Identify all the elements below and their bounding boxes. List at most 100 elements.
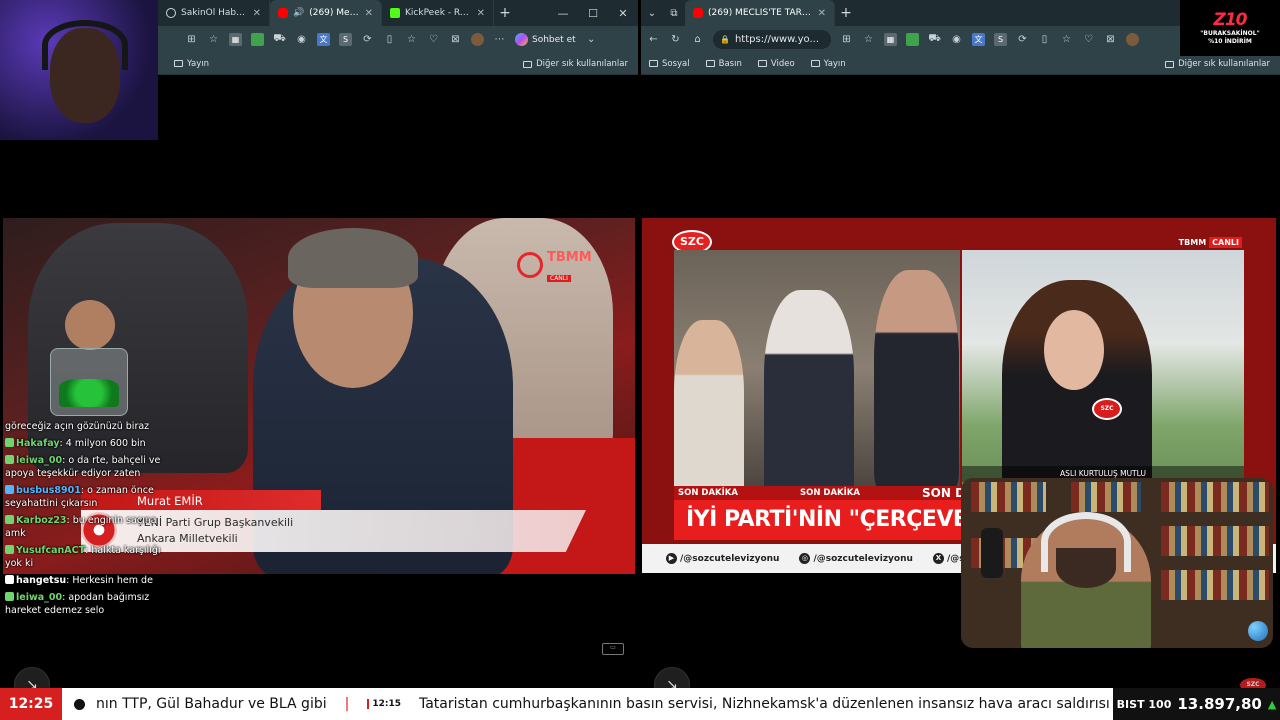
maximize-icon[interactable]: ☐ [578, 0, 608, 26]
bookshelf [1161, 526, 1269, 556]
profile-avatar[interactable] [1126, 33, 1139, 46]
tbmm-logo-text: TBMM [547, 250, 592, 265]
screenshot-icon[interactable]: ⊠ [1104, 33, 1117, 46]
close-icon[interactable]: ✕ [365, 8, 373, 19]
collections-icon[interactable]: ♡ [1082, 33, 1095, 46]
chat-badge-icon [5, 485, 14, 494]
extension-green-icon[interactable] [251, 33, 264, 46]
chat-text: göreceğiz açın gözünüzü biraz [5, 421, 150, 432]
ticker-track: nın TTP, Gül Bahadur ve BLA gibi | 12:15… [96, 696, 1113, 712]
star-icon[interactable]: ☆ [207, 33, 220, 46]
chat-username[interactable]: leiwa_00 [16, 455, 62, 466]
news-scene-reporter: SZC [962, 250, 1244, 486]
more-menu-icon[interactable]: ⋯ [493, 33, 506, 46]
chat-message: YusufcanACT: halkta karşılığı yok ki [5, 545, 161, 569]
refresh-extension-icon[interactable]: ⟳ [361, 33, 374, 46]
new-tab-button[interactable]: + [494, 0, 516, 26]
bookmark-basin[interactable]: Basın [705, 59, 742, 69]
copilot-icon [515, 33, 528, 46]
bookmark-sosyal[interactable]: Sosyal [649, 59, 690, 69]
reload-icon[interactable]: ↻ [669, 33, 682, 46]
chat-username[interactable]: hangetsu [16, 575, 66, 586]
tab-meclis[interactable]: 🔊 (269) Meclis'te ✕ [270, 0, 382, 26]
bookmark-yayin[interactable]: Yayın [810, 58, 846, 69]
close-icon[interactable]: ✕ [818, 8, 826, 19]
extension-cart-icon[interactable]: ⛟ [273, 33, 286, 46]
split-screen-icon[interactable]: ▯ [383, 33, 396, 46]
chat-message: leiwa_00: apodan bağımsız hareket edemez… [5, 592, 150, 616]
folder-icon [174, 60, 183, 67]
address-url: https://www.yo... [734, 34, 820, 45]
extension-icon[interactable]: ▦ [229, 33, 242, 46]
close-window-icon[interactable]: ✕ [608, 0, 638, 26]
tab-meclis-tarihi[interactable]: (269) MECLİS'TE TARİHİ GÜNİ Çerçeve ✕ [685, 0, 835, 26]
chat-username[interactable]: Karboz23 [16, 515, 67, 526]
new-tab-button[interactable]: + [835, 0, 857, 26]
close-icon[interactable]: ✕ [477, 8, 485, 19]
breaking-label: SON DAKİKA [800, 488, 860, 498]
chat-message: Karboz23: bu enginin saçına amk [5, 515, 157, 539]
profile-avatar[interactable] [471, 33, 484, 46]
extension-s-icon[interactable]: S [994, 33, 1007, 46]
chat-username[interactable]: YusufcanACT [16, 545, 85, 556]
folder-icon [649, 60, 658, 67]
chat-message: Hakafay: 4 milyon 600 bin [5, 437, 175, 450]
reader-icon[interactable]: ⊞ [840, 33, 853, 46]
translate-icon[interactable]: 文 [317, 33, 330, 46]
youtube-icon [278, 8, 288, 18]
screenshot-icon[interactable]: ⊠ [449, 33, 462, 46]
instagram-handle: ◎/@sozcutelevizyonu [799, 553, 913, 564]
chat-username[interactable]: leiwa_00 [16, 592, 62, 603]
tab-sakinol[interactable]: SakinOl Haber Merkezi ✕ [158, 0, 270, 26]
youtube-handle: ▶/@sozcutelevizyonu [666, 553, 779, 564]
bookmark-label: Yayın [823, 58, 846, 69]
extension-cart-icon[interactable]: ⛟ [928, 33, 941, 46]
tab-menu-chevron-icon[interactable]: ⌄ [641, 0, 663, 26]
chat-username[interactable]: Hakafay [16, 438, 60, 449]
promo-code: "BURAKSAKİNOL" [1200, 30, 1260, 37]
favorites-icon[interactable]: ☆ [1060, 33, 1073, 46]
tbmm-logo: TBMM CANLI [517, 246, 592, 284]
tbmm-tag-label: TBMM [1178, 238, 1207, 247]
microphone-icon [981, 528, 1003, 578]
extension-s-icon[interactable]: S [339, 33, 352, 46]
other-bookmarks[interactable]: Diğer sık kullanılanlar [523, 53, 628, 75]
translate-icon[interactable]: 文 [972, 33, 985, 46]
speaker-role-line2: Ankara Milletvekili [137, 532, 238, 545]
home-icon[interactable]: ⌂ [691, 33, 704, 46]
tab-actions-icon[interactable]: ⧉ [663, 0, 685, 26]
chevron-down-icon[interactable]: ⌄ [585, 33, 598, 46]
headphones-icon [1041, 512, 1131, 572]
tab-kickpeek[interactable]: KickPeek - Real-time ✕ [382, 0, 494, 26]
bookshelf [1071, 482, 1141, 512]
extension-circle-icon[interactable]: ◉ [950, 33, 963, 46]
speaker-role-line1: YENİ Parti Grup Başkanvekili [137, 516, 294, 529]
kick-icon [390, 8, 400, 18]
address-bar[interactable]: 🔒 https://www.yo... [713, 30, 831, 49]
minimize-icon[interactable]: — [548, 0, 578, 26]
back-icon[interactable]: ← [647, 33, 660, 46]
reader-icon[interactable]: ⊞ [185, 33, 198, 46]
bist-index-value: 13.897,80 [1177, 695, 1262, 713]
bookmark-video[interactable]: Video [757, 59, 795, 69]
chat-badge-icon [5, 545, 14, 554]
speaker-icon[interactable]: 🔊 [293, 8, 304, 18]
bookmark-yayin[interactable]: Yayın [174, 59, 209, 69]
close-icon[interactable]: ✕ [253, 8, 261, 19]
host-person [1021, 512, 1151, 648]
extension-icon[interactable]: ▦ [884, 33, 897, 46]
extension-green-icon[interactable] [906, 33, 919, 46]
other-bookmarks[interactable]: Diğer sık kullanılanlar [1165, 53, 1270, 75]
favorites-icon[interactable]: ☆ [405, 33, 418, 46]
sponsor-promo: Z10 "BURAKSAKİNOL" %10 İNDİRİM [1180, 0, 1280, 56]
copilot-button[interactable]: Sohbet et [515, 33, 576, 46]
copilot-label: Sohbet et [532, 34, 576, 45]
szc-microphone-icon: SZC [1092, 398, 1122, 420]
extension-circle-icon[interactable]: ◉ [295, 33, 308, 46]
star-icon[interactable]: ☆ [862, 33, 875, 46]
collections-icon[interactable]: ♡ [427, 33, 440, 46]
chat-username[interactable]: busbus8901 [16, 485, 81, 496]
tab-label: KickPeek - Real-time [405, 8, 472, 18]
split-screen-icon[interactable]: ▯ [1038, 33, 1051, 46]
refresh-extension-icon[interactable]: ⟳ [1016, 33, 1029, 46]
